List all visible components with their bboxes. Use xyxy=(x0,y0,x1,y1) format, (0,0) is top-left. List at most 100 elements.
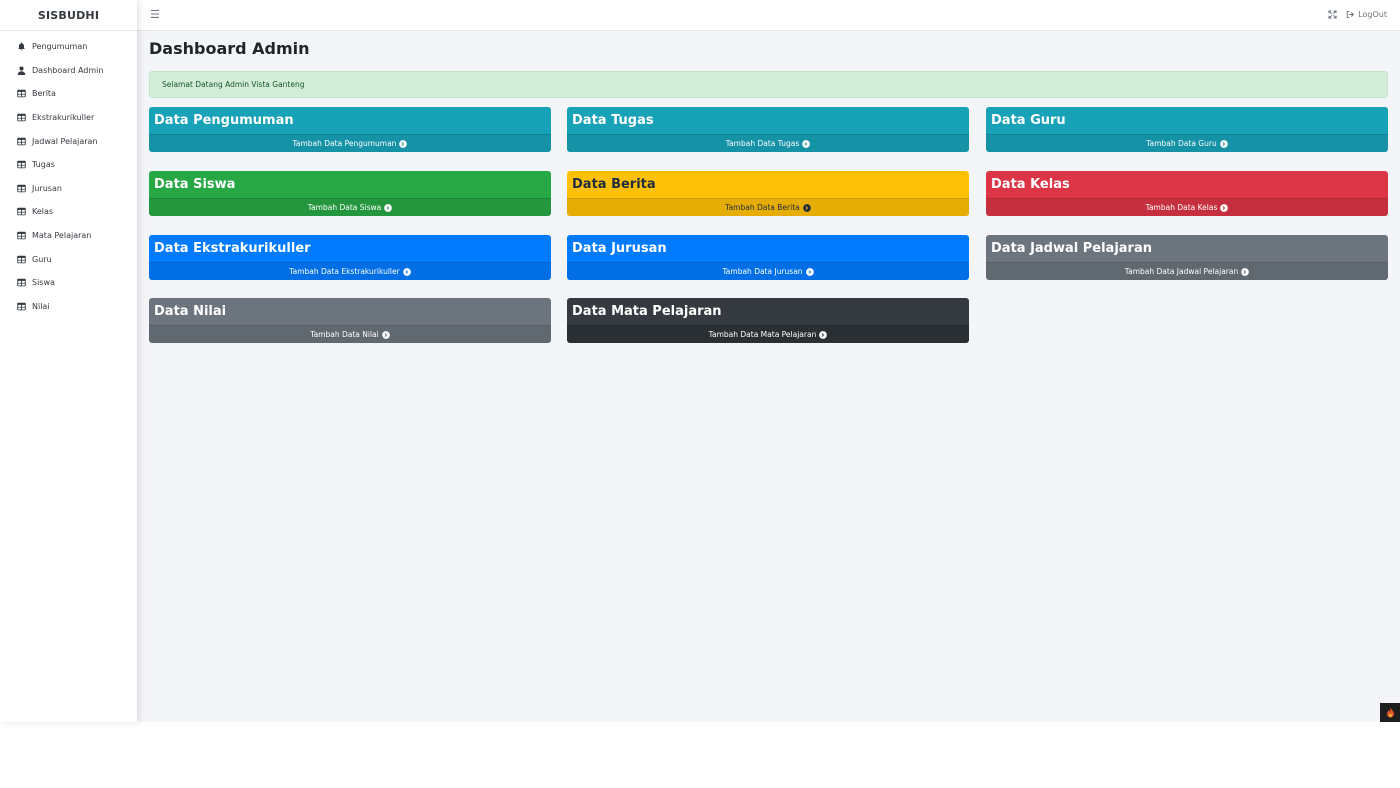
sidebar-item-berita[interactable]: Berita xyxy=(0,82,137,106)
sidebar-item-kelas[interactable]: Kelas xyxy=(0,200,137,224)
sidebar-item-label: Berita xyxy=(32,89,56,99)
sidebar-item-label: Siswa xyxy=(32,278,55,288)
sidebar-item-label: Dashboard Admin xyxy=(32,65,104,75)
card-title: Data Siswa xyxy=(149,171,551,198)
card-title: Data Berita xyxy=(567,171,969,198)
sidebar-item-ekstrakurikuller[interactable]: Ekstrakurikuller xyxy=(0,106,137,130)
card-data-kelas: Data Kelas Tambah Data Kelas xyxy=(986,171,1388,216)
card-title: Data Jurusan xyxy=(567,235,969,262)
card-link-label: Tambah Data Jadwal Pelajaran xyxy=(1124,267,1239,276)
brand-logo[interactable]: SISBUDHI xyxy=(0,0,137,31)
card-link-label: Tambah Data Ekstrakurikuller xyxy=(289,267,400,276)
sidebar-item-label: Nilai xyxy=(32,301,50,311)
page-title: Dashboard Admin xyxy=(149,39,310,58)
topbar-actions: LogOut xyxy=(1328,10,1387,19)
table-icon xyxy=(16,255,26,264)
card-data-pengumuman: Data Pengumuman Tambah Data Pengumuman xyxy=(149,107,551,152)
hamburger-icon[interactable]: ☰ xyxy=(150,9,160,20)
card-title: Data Jadwal Pelajaran xyxy=(986,235,1388,262)
arrow-circle-right-icon xyxy=(1220,203,1229,212)
table-icon xyxy=(16,231,26,240)
app: SISBUDHI Pengumuman Dashboard Admin Beri… xyxy=(0,0,1400,722)
card-link-tambah-siswa[interactable]: Tambah Data Siswa xyxy=(149,198,551,216)
sidebar-item-label: Pengumuman xyxy=(32,42,88,52)
sidebar-item-jadwal-pelajaran[interactable]: Jadwal Pelajaran xyxy=(0,129,137,153)
sidebar-item-label: Jadwal Pelajaran xyxy=(32,136,98,146)
card-title: Data Kelas xyxy=(986,171,1388,198)
sidebar-item-nilai[interactable]: Nilai xyxy=(0,295,137,319)
sidebar-item-dashboard-admin[interactable]: Dashboard Admin xyxy=(0,59,137,83)
card-title: Data Ekstrakurikuller xyxy=(149,235,551,262)
card-link-tambah-ekstrakurikuller[interactable]: Tambah Data Ekstrakurikuller xyxy=(149,262,551,280)
sidebar-item-jurusan[interactable]: Jurusan xyxy=(0,177,137,201)
sidebar-item-label: Kelas xyxy=(32,207,54,217)
card-data-ekstrakurikuller: Data Ekstrakurikuller Tambah Data Ekstra… xyxy=(149,235,551,280)
sidebar-item-label: Tugas xyxy=(32,160,55,170)
table-icon xyxy=(16,278,26,287)
sidebar-nav: Pengumuman Dashboard Admin Berita Ekstra… xyxy=(0,31,137,318)
sign-out-icon xyxy=(1346,10,1355,19)
arrow-circle-right-icon xyxy=(402,267,411,276)
fire-icon[interactable] xyxy=(1380,703,1400,722)
expand-icon[interactable] xyxy=(1328,10,1337,19)
sidebar-item-label: Guru xyxy=(32,254,52,264)
user-icon xyxy=(16,66,26,75)
sidebar-item-mata-pelajaran[interactable]: Mata Pelajaran xyxy=(0,224,137,248)
arrow-circle-right-icon xyxy=(802,139,811,148)
card-link-label: Tambah Data Pengumuman xyxy=(292,139,397,148)
welcome-alert: Selamat Datang Admin Vista Ganteng xyxy=(149,71,1388,98)
card-link-tambah-pengumuman[interactable]: Tambah Data Pengumuman xyxy=(149,134,551,152)
card-data-nilai: Data Nilai Tambah Data Nilai xyxy=(149,298,551,343)
sidebar-item-siswa[interactable]: Siswa xyxy=(0,271,137,295)
card-link-tambah-mata-pelajaran[interactable]: Tambah Data Mata Pelajaran xyxy=(567,325,969,343)
main-content: ☰ LogOut Dashboard Admin Selamat Datang … xyxy=(137,0,1400,722)
table-icon xyxy=(16,113,26,122)
arrow-circle-right-icon xyxy=(819,330,828,339)
card-title: Data Guru xyxy=(986,107,1388,134)
arrow-circle-right-icon xyxy=(805,267,814,276)
arrow-circle-right-icon xyxy=(1219,139,1228,148)
card-link-tambah-berita[interactable]: Tambah Data Berita xyxy=(567,198,969,216)
card-data-siswa: Data Siswa Tambah Data Siswa xyxy=(149,171,551,216)
card-link-tambah-guru[interactable]: Tambah Data Guru xyxy=(986,134,1388,152)
card-data-guru: Data Guru Tambah Data Guru xyxy=(986,107,1388,152)
card-data-berita: Data Berita Tambah Data Berita xyxy=(567,171,969,216)
table-icon xyxy=(16,207,26,216)
card-data-mata-pelajaran: Data Mata Pelajaran Tambah Data Mata Pel… xyxy=(567,298,969,343)
card-link-label: Tambah Data Nilai xyxy=(310,330,379,339)
sidebar-item-label: Ekstrakurikuller xyxy=(32,113,95,123)
arrow-circle-right-icon xyxy=(1241,267,1250,276)
card-link-tambah-jurusan[interactable]: Tambah Data Jurusan xyxy=(567,262,969,280)
card-link-tambah-tugas[interactable]: Tambah Data Tugas xyxy=(567,134,969,152)
table-icon xyxy=(16,137,26,146)
card-title: Data Nilai xyxy=(149,298,551,325)
card-link-label: Tambah Data Tugas xyxy=(725,139,800,148)
card-title: Data Mata Pelajaran xyxy=(567,298,969,325)
sidebar-item-pengumuman[interactable]: Pengumuman xyxy=(0,35,137,59)
card-title: Data Pengumuman xyxy=(149,107,551,134)
card-title: Data Tugas xyxy=(567,107,969,134)
arrow-circle-right-icon xyxy=(399,139,408,148)
arrow-circle-right-icon xyxy=(384,203,393,212)
table-icon xyxy=(16,89,26,98)
logout-label: LogOut xyxy=(1358,10,1387,19)
card-link-label: Tambah Data Guru xyxy=(1146,139,1217,148)
card-link-label: Tambah Data Jurusan xyxy=(722,267,803,276)
card-link-label: Tambah Data Kelas xyxy=(1145,203,1218,212)
arrow-circle-right-icon xyxy=(381,330,390,339)
table-icon xyxy=(16,184,26,193)
sidebar-item-label: Mata Pelajaran xyxy=(32,231,92,241)
bell-icon xyxy=(16,42,26,51)
card-link-tambah-jadwal-pelajaran[interactable]: Tambah Data Jadwal Pelajaran xyxy=(986,262,1388,280)
logout-button[interactable]: LogOut xyxy=(1346,10,1387,19)
sidebar-item-guru[interactable]: Guru xyxy=(0,247,137,271)
table-icon xyxy=(16,160,26,169)
sidebar: SISBUDHI Pengumuman Dashboard Admin Beri… xyxy=(0,0,137,722)
sidebar-item-label: Jurusan xyxy=(32,183,62,193)
sidebar-item-tugas[interactable]: Tugas xyxy=(0,153,137,177)
card-link-tambah-nilai[interactable]: Tambah Data Nilai xyxy=(149,325,551,343)
card-data-jadwal-pelajaran: Data Jadwal Pelajaran Tambah Data Jadwal… xyxy=(986,235,1388,280)
card-link-label: Tambah Data Mata Pelajaran xyxy=(708,330,817,339)
card-link-tambah-kelas[interactable]: Tambah Data Kelas xyxy=(986,198,1388,216)
table-icon xyxy=(16,302,26,311)
